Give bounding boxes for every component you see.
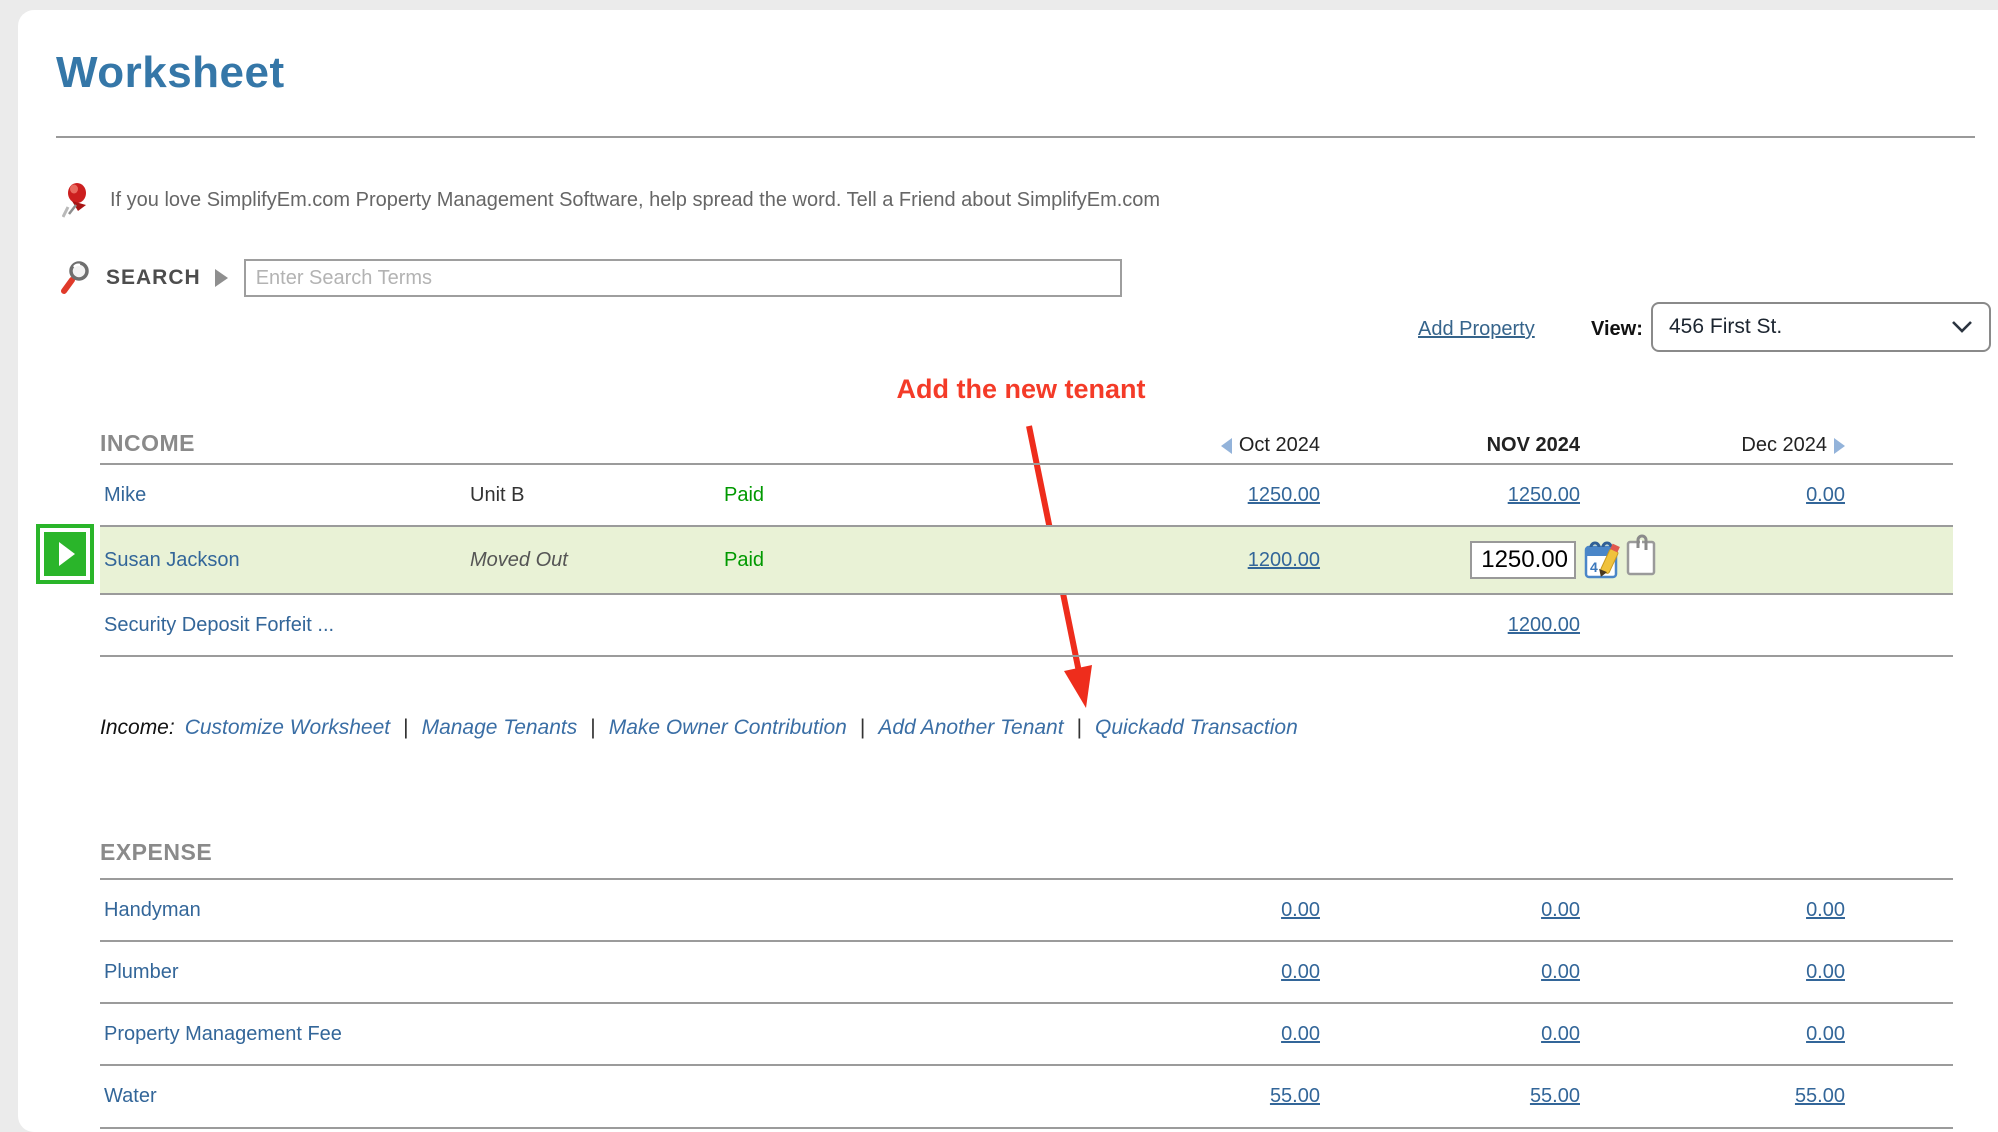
- amount-link-nov[interactable]: 1200.00: [1508, 614, 1580, 636]
- income-section-label: INCOME: [100, 430, 195, 456]
- separator: |: [1076, 716, 1083, 739]
- separator: |: [590, 716, 596, 739]
- view-label: View:: [1591, 318, 1643, 340]
- amount-link-oct[interactable]: 1200.00: [1248, 549, 1320, 571]
- amount-link-nov[interactable]: 0.00: [1541, 961, 1580, 983]
- month-current-label: NOV 2024: [1486, 434, 1580, 456]
- tenant-unit: Unit B: [470, 483, 525, 506]
- title-divider: [56, 136, 1975, 138]
- amount-link-oct[interactable]: 0.00: [1281, 899, 1320, 921]
- month-current-header: NOV 2024: [1323, 434, 1583, 463]
- next-month-icon[interactable]: [1834, 437, 1845, 454]
- income-table: INCOME Oct 2024 NOV 2024 Dec 2024 Mike U…: [100, 418, 1953, 657]
- income-row-security-deposit: Security Deposit Forfeit ... 1200.00: [100, 595, 1953, 657]
- month-prev-label: Oct 2024: [1238, 434, 1320, 456]
- expense-row-plumber: Plumber 0.00 0.00 0.00: [100, 942, 1953, 1004]
- separator: |: [859, 716, 866, 739]
- calendar-edit-icon[interactable]: 4: [1583, 537, 1623, 583]
- make-owner-contribution-link[interactable]: Make Owner Contribution: [609, 716, 847, 740]
- separator: |: [403, 716, 409, 739]
- amount-link-dec[interactable]: 0.00: [1806, 961, 1845, 983]
- search-input[interactable]: [243, 259, 1122, 297]
- chevron-down-icon: [1952, 321, 1972, 333]
- quickadd-transaction-link[interactable]: Quickadd Transaction: [1095, 716, 1298, 740]
- expense-item-link[interactable]: Handyman: [100, 899, 958, 922]
- annotation-text: Add the new tenant: [896, 374, 1146, 404]
- share-banner: If you love SimplifyEm.com Property Mana…: [62, 178, 1160, 222]
- month-next-label: Dec 2024: [1741, 434, 1827, 456]
- income-actions-label: Income:: [100, 716, 175, 739]
- month-next-header[interactable]: Dec 2024: [1583, 434, 1848, 463]
- note-attachment-icon[interactable]: [1625, 534, 1657, 578]
- search-label: SEARCH: [106, 266, 201, 289]
- amount-link-nov[interactable]: 55.00: [1530, 1085, 1580, 1107]
- add-property-link[interactable]: Add Property: [1418, 318, 1535, 341]
- income-header-row: INCOME Oct 2024 NOV 2024 Dec 2024: [100, 418, 1953, 465]
- expense-item-link[interactable]: Property Management Fee: [100, 1023, 958, 1046]
- expense-header-row: EXPENSE: [100, 810, 1953, 880]
- expense-row-handyman: Handyman 0.00 0.00 0.00: [100, 880, 1953, 942]
- rent-amount-input[interactable]: [1470, 541, 1576, 579]
- amount-link-oct[interactable]: 0.00: [1281, 961, 1320, 983]
- svg-text:4: 4: [1590, 559, 1598, 575]
- search-arrow-icon: [214, 269, 228, 287]
- amount-link-nov[interactable]: 0.00: [1541, 1023, 1580, 1045]
- expense-item-link[interactable]: Water: [100, 1085, 958, 1108]
- month-prev-header[interactable]: Oct 2024: [958, 434, 1323, 463]
- worksheet-screen: Worksheet If you love SimplifyEm.com Pro…: [0, 0, 1998, 1132]
- expense-table: EXPENSE Handyman 0.00 0.00 0.00 Plumber …: [100, 810, 1953, 1129]
- prev-month-icon[interactable]: [1220, 437, 1232, 454]
- amount-link-oct[interactable]: 1250.00: [1248, 484, 1320, 506]
- income-item-link[interactable]: Security Deposit Forfeit ...: [100, 614, 958, 637]
- income-row-susan: Susan Jackson Moved Out Paid 1200.00 4: [100, 527, 1953, 595]
- page-title: Worksheet: [56, 48, 285, 97]
- income-actions-bar: Income: Customize Worksheet | Manage Ten…: [100, 716, 1298, 740]
- income-row-mike: Mike Unit B Paid 1250.00 1250.00 0.00: [100, 465, 1953, 527]
- right-arrow-icon: [59, 542, 75, 566]
- view-select-value: 456 First St.: [1669, 315, 1783, 338]
- amount-link-oct[interactable]: 0.00: [1281, 1023, 1320, 1045]
- customize-worksheet-link[interactable]: Customize Worksheet: [185, 716, 390, 740]
- amount-link-dec[interactable]: 0.00: [1806, 899, 1845, 921]
- view-select[interactable]: 456 First St.: [1651, 302, 1991, 352]
- search-bar: SEARCH: [60, 256, 1122, 300]
- amount-link-oct[interactable]: 55.00: [1270, 1085, 1320, 1107]
- expense-section-label: EXPENSE: [100, 839, 213, 865]
- expense-row-property-management-fee: Property Management Fee 0.00 0.00 0.00: [100, 1004, 1953, 1066]
- amount-link-nov[interactable]: 0.00: [1541, 899, 1580, 921]
- tenant-status: Paid: [724, 548, 765, 571]
- tenant-name-link[interactable]: Susan Jackson: [100, 549, 468, 572]
- manage-tenants-link[interactable]: Manage Tenants: [422, 716, 578, 740]
- amount-link-dec[interactable]: 0.00: [1806, 1023, 1845, 1045]
- amount-link-dec[interactable]: 55.00: [1795, 1085, 1845, 1107]
- pushpin-icon: [62, 183, 86, 218]
- selected-row-jump-button[interactable]: [36, 524, 94, 584]
- expense-row-water: Water 55.00 55.00 55.00: [100, 1066, 1953, 1129]
- share-message: If you love SimplifyEm.com Property Mana…: [110, 188, 1161, 211]
- tenant-unit: Moved Out: [470, 548, 568, 571]
- amount-link-nov[interactable]: 1250.00: [1508, 484, 1580, 506]
- amount-link-dec[interactable]: 0.00: [1806, 484, 1845, 506]
- search-icon: [61, 261, 89, 294]
- tenant-name-link[interactable]: Mike: [100, 484, 468, 507]
- expense-item-link[interactable]: Plumber: [100, 961, 958, 984]
- add-another-tenant-link[interactable]: Add Another Tenant: [878, 716, 1063, 740]
- tenant-status: Paid: [724, 483, 765, 506]
- page-background: Worksheet If you love SimplifyEm.com Pro…: [18, 10, 1998, 1132]
